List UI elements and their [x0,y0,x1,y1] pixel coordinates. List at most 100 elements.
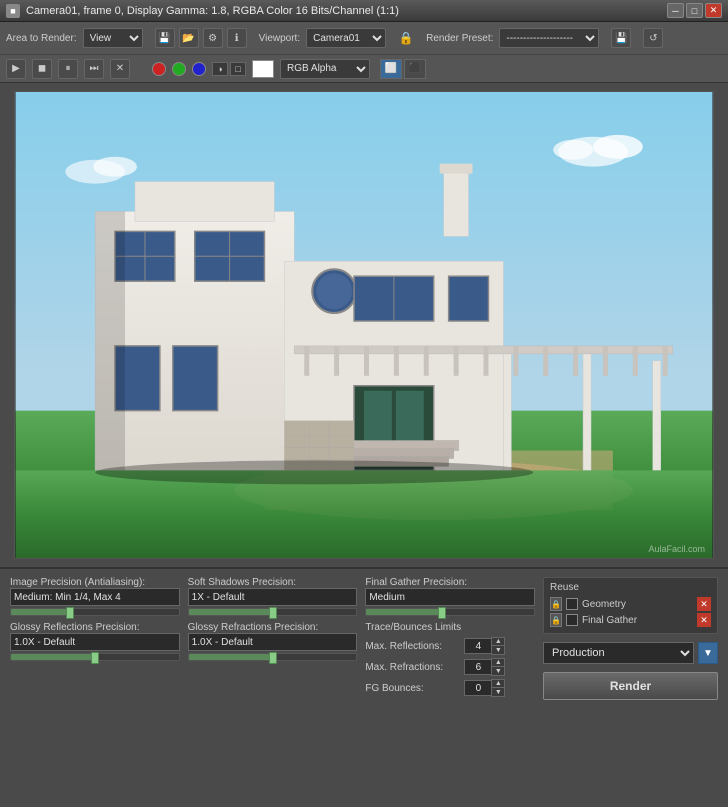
geometry-checkbox[interactable] [566,598,578,610]
preset-group: Render Preset: -------------------- [426,28,599,48]
max-refl-label: Max. Reflections: [365,641,460,652]
trace-bounces-group: Trace/Bounces Limits Max. Reflections: ▲… [365,622,535,700]
final-gather-x-button[interactable]: ✕ [697,613,711,627]
app-icon: ■ [6,4,20,18]
production-dropdown[interactable]: Production [543,642,694,664]
close-button[interactable]: ✕ [705,3,722,18]
precision-row1: Image Precision (Antialiasing): Soft Sha… [10,577,535,616]
final-gather-input[interactable] [365,588,535,606]
glossy-refl-input[interactable] [10,633,180,651]
alpha-channel-btn[interactable]: □ [230,62,246,76]
pause-icon[interactable]: ⏸ [58,59,78,79]
fg-bounces-spinbox[interactable]: ▲ ▼ [464,679,505,697]
white-swatch[interactable] [252,60,274,78]
open-icon[interactable]: 📂 [179,28,199,48]
bottom-panel: Image Precision (Antialiasing): Soft Sha… [0,567,728,747]
max-refl-down[interactable]: ▼ [492,646,504,654]
trace-label: Trace/Bounces Limits [365,622,535,633]
viewport-label: Viewport: [259,33,301,44]
fg-bounces-label: FG Bounces: [365,683,460,694]
title-text: Camera01, frame 0, Display Gamma: 1.8, R… [26,5,399,17]
close2-icon[interactable]: ✕ [110,59,130,79]
settings-icon[interactable]: ⚙ [203,28,223,48]
glossy-refl-slider[interactable] [10,653,180,661]
save-preset-icon[interactable]: 💾 [611,28,631,48]
fg-bounces-down[interactable]: ▼ [492,688,504,696]
image-precision-slider[interactable] [10,608,180,616]
render-area: AulaFacil.com [14,91,714,559]
toolbar: Area to Render: View 💾 📂 ⚙ ℹ Viewport: C… [0,22,728,83]
save-icon[interactable]: 💾 [155,28,175,48]
maximize-button[interactable]: □ [686,3,703,18]
play-icon[interactable]: ▶ [6,59,26,79]
glossy-refr-input[interactable] [188,633,358,651]
max-refr-up[interactable]: ▲ [492,659,504,667]
render-scene [15,92,713,558]
geometry-lock-icon[interactable]: 🔒 [550,597,562,611]
glossy-refr-slider[interactable] [188,653,358,661]
split-view-btn[interactable]: ⬛ [404,59,426,79]
final-gather-precision-group: Final Gather Precision: [365,577,535,616]
title-bar: ■ Camera01, frame 0, Display Gamma: 1.8,… [0,0,728,22]
blue-channel-dot[interactable] [192,62,206,76]
fg-bounces-up[interactable]: ▲ [492,680,504,688]
stop-icon[interactable]: ◼ [32,59,52,79]
green-channel-dot[interactable] [172,62,186,76]
bottom-main: Image Precision (Antialiasing): Soft Sha… [10,577,718,747]
info-icon[interactable]: ℹ [227,28,247,48]
geometry-reuse-row: 🔒 Geometry ✕ [550,597,711,611]
max-refr-spinbox[interactable]: ▲ ▼ [464,658,505,676]
mono-channel-btn[interactable]: ◑ [212,62,228,76]
title-bar-left: ■ Camera01, frame 0, Display Gamma: 1.8,… [6,4,399,18]
preset-dropdown[interactable]: -------------------- [499,28,599,48]
channel-buttons: ◑ □ [212,62,246,76]
production-row: Production ▼ [543,642,718,664]
red-channel-dot[interactable] [152,62,166,76]
toolbar-icon-group: 💾 📂 ⚙ ℹ [155,28,247,48]
max-refr-input[interactable] [464,659,492,675]
max-refractions-row: Max. Refractions: ▲ ▼ [365,658,535,676]
lock-icon[interactable]: 🔒 [398,29,414,47]
glossy-refl-label: Glossy Reflections Precision: [10,622,180,633]
final-gather-reuse-row: 🔒 Final Gather ✕ [550,613,711,627]
glossy-refr-group: Glossy Refractions Precision: [188,622,358,700]
single-view-btn[interactable]: ⬜ [380,59,402,79]
production-arrow[interactable]: ▼ [698,642,718,664]
minimize-button[interactable]: ─ [667,3,684,18]
fg-bounces-input[interactable] [464,680,492,696]
max-refr-down[interactable]: ▼ [492,667,504,675]
max-refl-spinbox[interactable]: ▲ ▼ [464,637,505,655]
preset-label: Render Preset: [426,33,493,44]
final-gather-checkbox[interactable] [566,614,578,626]
soft-shadows-slider[interactable] [188,608,358,616]
max-refl-up[interactable]: ▲ [492,638,504,646]
skip-icon[interactable]: ⏭ [84,59,104,79]
final-gather-slider[interactable] [365,608,535,616]
precision-row2: Glossy Reflections Precision: Glossy Ref… [10,622,535,700]
max-refr-label: Max. Refractions: [365,662,460,673]
max-reflections-row: Max. Reflections: ▲ ▼ [365,637,535,655]
area-dropdown[interactable]: View [83,28,143,48]
reuse-title: Reuse [550,582,711,593]
glossy-refr-label: Glossy Refractions Precision: [188,622,358,633]
soft-shadows-input[interactable] [188,588,358,606]
image-precision-input[interactable] [10,588,180,606]
final-gather-lock-icon[interactable]: 🔒 [550,613,562,627]
viewport-group: Viewport: Camera01 [259,28,387,48]
area-label: Area to Render: [6,33,77,44]
watermark: AulaFacil.com [648,544,705,554]
refresh-icon[interactable]: ↺ [643,28,663,48]
final-gather-label: Final Gather Precision: [365,577,535,588]
soft-shadows-label: Soft Shadows Precision: [188,577,358,588]
render-button[interactable]: Render [543,672,718,700]
max-refl-input[interactable] [464,638,492,654]
viewport-dropdown[interactable]: Camera01 [306,28,386,48]
glossy-refl-group: Glossy Reflections Precision: [10,622,180,700]
max-refr-arrows: ▲ ▼ [491,658,505,676]
image-precision-group: Image Precision (Antialiasing): [10,577,180,616]
soft-shadows-group: Soft Shadows Precision: [188,577,358,616]
channel-dropdown[interactable]: RGB Alpha [280,59,370,79]
title-bar-buttons[interactable]: ─ □ ✕ [667,3,722,18]
bottom-right: Reuse 🔒 Geometry ✕ 🔒 Final Gather ✕ Pro [543,577,718,747]
geometry-x-button[interactable]: ✕ [697,597,711,611]
